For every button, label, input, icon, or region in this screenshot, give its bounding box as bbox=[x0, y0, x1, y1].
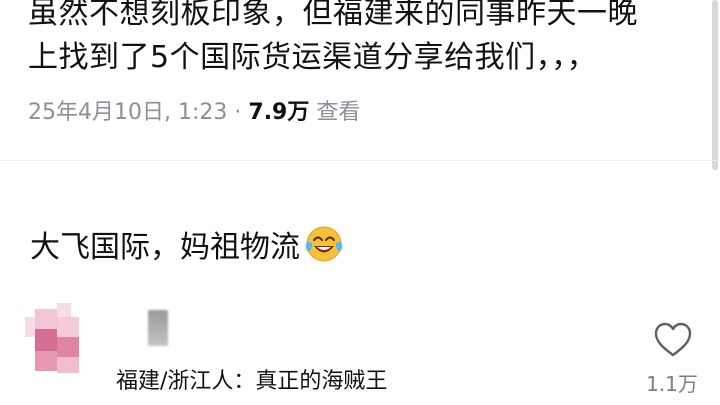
avatar[interactable] bbox=[25, 303, 89, 375]
post-line-1: 虽然不想刻板印象，但福建来的同事昨天一晚 bbox=[28, 0, 638, 31]
view-label[interactable]: 查看 bbox=[316, 100, 360, 125]
post-date: 25年4月10日, 1:23 bbox=[28, 100, 228, 125]
meta-separator: · bbox=[234, 100, 242, 125]
like-button[interactable] bbox=[648, 322, 698, 362]
heart-icon bbox=[654, 322, 692, 357]
post-body: 虽然不想刻板印象，但福建来的同事昨天一晚 上找到了5个国际货运渠道分享给我们，，… bbox=[28, 0, 688, 80]
view-count: 7.9万 bbox=[248, 100, 310, 125]
laughing-tears-emoji-icon bbox=[304, 225, 344, 276]
post-detail-page: 虽然不想刻板印象，但福建来的同事昨天一晚 上找到了5个国际货运渠道分享给我们，，… bbox=[0, 0, 720, 405]
scrollbar[interactable] bbox=[712, 0, 718, 170]
post-meta: 25年4月10日, 1:23 · 7.9万 查看 bbox=[28, 94, 360, 126]
username-blurred bbox=[148, 310, 168, 346]
like-count: 1.1万 bbox=[646, 372, 698, 396]
comment-text: 福建/浙江人：真正的海贼王 bbox=[116, 369, 388, 394]
reply-content: 大飞国际，妈祖物流 bbox=[30, 225, 344, 276]
divider bbox=[0, 160, 720, 161]
reply-text: 大飞国际，妈祖物流 bbox=[30, 230, 300, 265]
post-line-2: 上找到了5个国际货运渠道分享给我们，，， bbox=[28, 40, 598, 75]
